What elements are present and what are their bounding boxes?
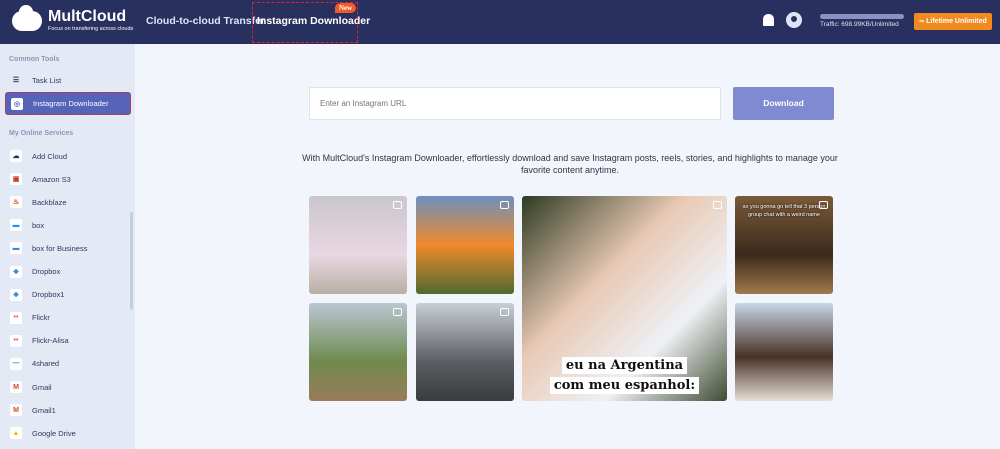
lifetime-label: Lifetime Unlimited	[926, 18, 987, 25]
sidebar-item-flickr[interactable]: •• Flickr	[10, 309, 130, 327]
sidebar-item-google-drive[interactable]: ▲ Google Drive	[10, 424, 130, 442]
download-button[interactable]: Download	[733, 87, 834, 120]
service-icon: ▲	[10, 427, 22, 440]
sidebar-item-backblaze[interactable]: ♨ Backblaze	[10, 193, 130, 211]
service-icon: ♨	[10, 196, 22, 209]
sidebar: Common Tools ☰ Task List ◎ Instagram Downl…	[0, 44, 135, 449]
reel-icon	[713, 201, 722, 209]
item-label: Task List	[32, 75, 62, 85]
service-icon: ••	[10, 311, 22, 324]
top-bar: MultCloud Focus on transfering across cl…	[0, 0, 1000, 44]
instagram-url-input[interactable]	[309, 87, 721, 120]
service-icon: ☁	[10, 150, 22, 162]
service-icon: ••	[10, 334, 22, 347]
nav-instagram-downloader[interactable]: Instagram Downloader	[257, 15, 370, 27]
item-label: Gmail	[32, 382, 52, 392]
account-email-blurred	[820, 14, 904, 19]
traffic-text: Traffic: 698.99KB/Unlimited	[820, 21, 899, 28]
cloud-logo-icon	[12, 5, 42, 31]
video-caption-line1: eu na Argentina	[522, 356, 727, 375]
reel-icon	[500, 308, 509, 316]
instagram-thumbnail[interactable]	[309, 303, 407, 401]
item-label: Gmail1	[32, 405, 56, 415]
reel-icon	[500, 201, 509, 209]
reel-icon	[393, 201, 402, 209]
item-label: Dropbox1	[32, 290, 65, 300]
sidebar-item-box-for-business[interactable]: ▬ box for Business	[10, 239, 130, 257]
instagram-icon: ◎	[11, 97, 23, 110]
item-label: Backblaze	[32, 197, 67, 207]
list-icon: ☰	[12, 77, 20, 84]
lifetime-unlimited-button[interactable]: ∞ Lifetime Unlimited	[914, 13, 992, 30]
logo[interactable]: MultCloud Focus on transfering across cl…	[12, 5, 134, 33]
item-label: Amazon S3	[32, 174, 71, 184]
sidebar-item-instagram-downloader[interactable]: ◎ Instagram Downloader	[5, 92, 131, 115]
service-icon: —	[10, 357, 22, 370]
common-tools-title: Common Tools	[9, 56, 60, 63]
sidebar-item-amazon-s3[interactable]: ▣ Amazon S3	[10, 170, 130, 188]
sidebar-item-box[interactable]: ▬ box	[10, 216, 130, 234]
item-label: Flickr-Alisa	[32, 336, 69, 346]
item-label: Dropbox	[32, 267, 61, 276]
services-title: My Online Services	[9, 130, 74, 137]
instagram-thumbnail[interactable]	[416, 303, 514, 401]
service-icon: ❖	[10, 265, 22, 278]
instagram-thumbnail[interactable]	[735, 303, 833, 401]
user-avatar-icon[interactable]	[786, 12, 802, 28]
service-icon: ❖	[10, 288, 22, 301]
service-icon: ▬	[10, 242, 22, 255]
service-icon: ▬	[10, 219, 22, 232]
instagram-thumbnail[interactable]	[416, 196, 514, 294]
instagram-thumbnail[interactable]	[309, 196, 407, 294]
service-icon: M	[10, 381, 22, 393]
service-icon: ▣	[10, 173, 22, 186]
service-icon: M	[10, 404, 22, 417]
sidebar-item-gmail[interactable]: M Gmail	[10, 378, 130, 396]
logo-tagline: Focus on transfering across clouds	[48, 26, 134, 32]
instagram-thumbnail-large[interactable]: eu na Argentina com meu espanhol:	[522, 196, 727, 401]
bell-icon[interactable]	[763, 14, 774, 26]
sidebar-scrollbar[interactable]	[130, 212, 133, 310]
sidebar-item-gmail1[interactable]: M Gmail1	[10, 401, 130, 419]
sidebar-item-dropbox[interactable]: ❖ Dropbox	[10, 263, 130, 281]
sidebar-item-4shared[interactable]: — 4shared	[10, 355, 130, 373]
description: With MultCloud's Instagram Downloader, e…	[302, 153, 838, 175]
new-badge: New	[335, 3, 357, 13]
sidebar-item-dropbox1[interactable]: ❖ Dropbox1	[10, 286, 130, 304]
item-label: Add Cloud	[32, 151, 68, 161]
item-label: box for Business	[32, 243, 88, 253]
item-label: box	[32, 220, 45, 230]
reel-icon	[819, 201, 828, 209]
sidebar-item-flickr-alisa[interactable]: •• Flickr-Alisa	[10, 332, 130, 350]
sidebar-item-task-list[interactable]: ☰ Task List	[10, 71, 130, 89]
nav-cloud-transfer[interactable]: Cloud-to-cloud Transfer	[146, 15, 265, 27]
reel-icon	[393, 308, 402, 316]
item-label: Instagram Downloader	[33, 99, 109, 108]
item-label: 4shared	[32, 359, 60, 369]
logo-name: MultCloud	[48, 8, 127, 25]
item-label: Flickr	[32, 313, 50, 323]
item-label: Google Drive	[32, 428, 76, 438]
video-caption-line2: com meu espanhol:	[522, 376, 727, 395]
sidebar-item-add-cloud[interactable]: ☁ Add Cloud	[10, 147, 130, 165]
instagram-thumbnail[interactable]: so you gonna go tell that 3 person group…	[735, 196, 833, 294]
